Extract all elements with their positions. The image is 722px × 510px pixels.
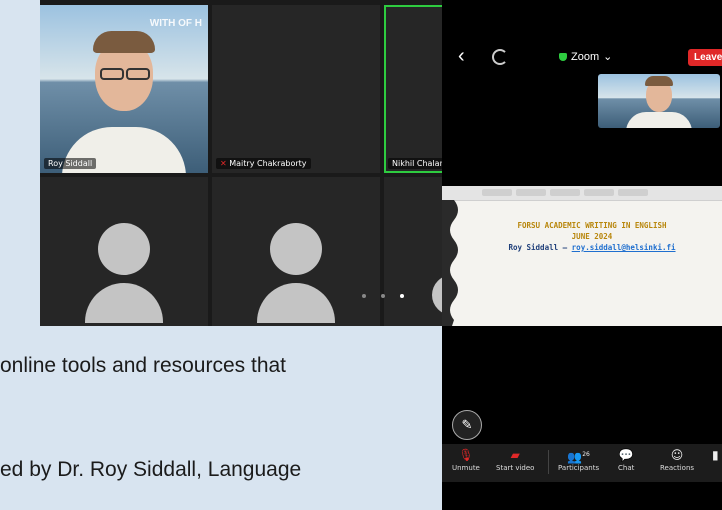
zoom-mobile-screenshot: ‹ Zoom ⌄ Leave FORSU ACADEMIC WRITING IN… — [442, 0, 722, 510]
back-chevron-icon[interactable]: ‹ — [458, 46, 465, 66]
participant-name: Roy Siddall — [44, 158, 97, 169]
video-tile-roy-siddall[interactable]: WITH OF H Roy Siddall — [40, 5, 208, 173]
active-speaker-thumbnail[interactable] — [598, 74, 720, 128]
video-off-icon: ▰ — [510, 448, 520, 462]
user-avatar-icon — [85, 223, 163, 323]
shield-icon — [559, 52, 567, 61]
mic-muted-icon: 🎙 — [458, 448, 474, 462]
video-tile-no-video-1[interactable] — [40, 177, 208, 326]
reactions-button[interactable]: ☺ Reactions — [660, 448, 694, 472]
slide-content: FORSU ACADEMIC WRITING IN ENGLISH JUNE 2… — [472, 220, 712, 253]
toolbar-divider — [548, 450, 549, 474]
chevron-down-icon: ⌄ — [603, 51, 613, 63]
video-tile-no-video-2[interactable] — [212, 177, 380, 326]
user-avatar-icon — [432, 275, 442, 315]
participant-name: Nikhil Chalane — [388, 158, 442, 169]
slide-author: Roy Siddall – roy.siddall@helsinki.fi — [508, 243, 676, 252]
leave-button[interactable]: Leave — [688, 49, 722, 66]
meeting-top-bar: ‹ Zoom ⌄ Leave — [442, 44, 722, 72]
video-tile-nikhil[interactable]: Nikhil Chalane — [384, 5, 442, 173]
participants-count: 26 — [582, 451, 590, 458]
document-text-line: online tools and resources that — [0, 354, 287, 377]
muted-mic-icon: ✕ — [220, 159, 227, 168]
chat-button[interactable]: 💬 Chat — [618, 448, 634, 472]
document-text-line: ed by Dr. Roy Siddall, Language — [0, 458, 302, 481]
slide-wave-decoration — [442, 200, 458, 326]
meeting-toolbar: 🎙 Unmute ▰ Start video 👥26 Participants … — [442, 444, 722, 482]
page-indicator[interactable] — [362, 294, 404, 298]
unmute-button[interactable]: 🎙 Unmute — [452, 448, 480, 472]
participant-name: ✕ Maitry Chakraborty — [216, 158, 311, 169]
meeting-title[interactable]: Zoom ⌄ — [559, 50, 612, 63]
share-icon: ▮ — [712, 448, 719, 462]
pen-icon: ✎ — [461, 417, 473, 432]
shared-screen: FORSU ACADEMIC WRITING IN ENGLISH JUNE 2… — [442, 186, 722, 326]
video-tile-no-video-3[interactable] — [384, 177, 442, 326]
zoom-gallery-screenshot: WITH OF H Roy Siddall ✕ Maitry Chakrabor… — [40, 0, 442, 326]
participants-button[interactable]: 👥26 Participants — [558, 448, 599, 472]
user-avatar-icon — [257, 223, 335, 323]
start-video-button[interactable]: ▰ Start video — [496, 448, 534, 472]
video-tile-maitry[interactable]: ✕ Maitry Chakraborty — [212, 5, 380, 173]
chat-icon: 💬 — [618, 448, 634, 462]
background-watermark: WITH OF H — [149, 18, 202, 29]
slide-title: FORSU ACADEMIC WRITING IN ENGLISH — [517, 221, 667, 230]
reactions-icon: ☺ — [670, 448, 684, 462]
video-feed: WITH OF H — [40, 5, 208, 173]
annotate-pen-button[interactable]: ✎ — [452, 410, 482, 440]
participants-icon: 👥26 — [567, 450, 590, 464]
browser-tab-bar — [442, 186, 722, 201]
slide-date: JUNE 2024 — [571, 232, 613, 241]
switch-camera-icon[interactable] — [492, 49, 508, 65]
email-link[interactable]: roy.siddall@helsinki.fi — [572, 243, 676, 252]
more-button[interactable]: ▮ — [712, 448, 719, 464]
